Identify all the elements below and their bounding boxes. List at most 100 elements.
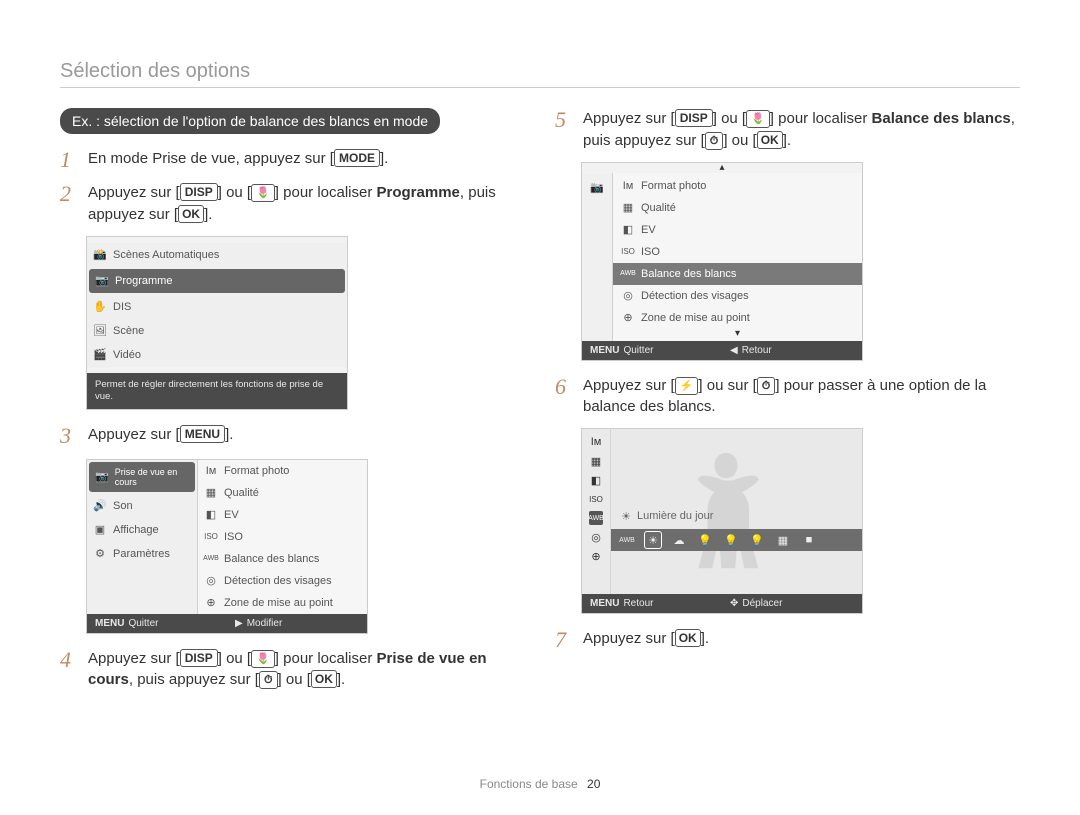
item-label: EV [224,509,239,521]
step-text-tail1: , puis appuyez sur [ [129,671,259,688]
item-label: Scène [113,325,144,337]
camera-screen-wb-menu: ▴ 📷 IмFormat photo ▦Qualité ◧EV ISOISO A… [581,162,863,361]
macro-key: 🌷 [251,184,275,202]
footer-left-label: Retour [623,598,653,609]
wb-label-text: Lumière du jour [637,510,713,522]
size-icon: Iм [589,435,603,449]
item-label: Détection des visages [224,575,332,587]
quality-icon: ▦ [621,201,635,215]
page-footer: Fonctions de base 20 [0,777,1080,791]
wb-label: ☀ Lumière du jour [619,509,713,523]
step-text: En mode Prise de vue, appuyez sur [ [88,150,334,167]
menu-footer-key: MENU [95,618,124,629]
step-text: Appuyez sur [ [583,630,675,647]
step-text: Appuyez sur [ [88,184,180,201]
step-text-mid: ] ou [ [218,184,251,201]
step-bold: Programme [377,184,460,201]
list-item: AWBBalance des blancs [198,548,367,570]
menu-footer-key: MENU [590,345,619,356]
item-label: Zone de mise au point [224,597,333,609]
step-number: 3 [60,424,80,448]
item-label: Qualité [641,202,676,214]
list-item: 🎬Vidéo [87,343,347,367]
face-icon: ◎ [589,530,603,544]
list-item: ISOISO [198,526,367,548]
item-label: Détection des visages [641,290,749,302]
item-label: ISO [224,531,243,543]
disp-key: DISP [180,183,218,201]
step-6: 6 Appuyez sur [⚡] ou sur [⏱] pour passer… [555,375,1020,419]
screen-footer: MENU Quitter ▶ Modifier [87,614,367,633]
item-label: Balance des blancs [641,268,736,280]
list-item: ISOISO [613,241,862,263]
macro-key: 🌷 [251,650,275,668]
screen-footer: MENU Quitter ◀ Retour [582,341,862,360]
size-icon: Iм [621,179,635,193]
step-text-tailmid: ] ou [ [723,132,756,149]
step-text-after: ] pour localiser [770,110,872,127]
footer-right-label: Déplacer [742,598,782,609]
list-item: IмFormat photo [613,175,862,197]
item-label: Son [113,500,133,512]
focus-icon: ⊕ [621,311,635,325]
face-icon: ◎ [621,289,635,303]
ev-icon: ◧ [204,508,218,522]
wb-option-bar: AWB ☀ ☁ 💡 💡 💡 ▦ ■ [611,529,862,551]
screen-description: Permet de régler directement les fonctio… [87,373,347,410]
focus-icon: ⊕ [589,549,603,563]
item-label: EV [641,224,656,236]
list-item: 📸Scènes Automatiques [87,243,347,267]
smart-icon: 📸 [93,248,107,262]
face-icon: ◎ [204,574,218,588]
awb-icon: AWB [589,511,603,525]
footer-left-label: Quitter [128,618,158,629]
step-5: 5 Appuyez sur [DISP] ou [🌷] pour localis… [555,108,1020,152]
step-number: 2 [60,182,80,206]
step-text-mid: ] ou sur [ [698,377,756,394]
wb-option: 💡 [697,532,713,548]
item-label: Qualité [224,487,259,499]
list-item: ⚙Paramètres [87,542,197,566]
step-text: Appuyez sur [ [583,377,675,394]
camera-icon: 📷 [95,470,109,484]
flash-key: ⚡ [675,377,699,395]
list-item: ◎ Détection des visages [198,570,367,592]
disp-key: DISP [675,109,713,127]
awb-icon: AWB [621,267,635,281]
item-label: ISO [641,246,660,258]
item-label: Programme [115,275,172,287]
list-item: ◧ EV [198,504,367,526]
wb-option: AWB [619,532,635,548]
timer-key: ⏱ [259,671,278,689]
footer-label: Fonctions de base [480,777,578,791]
right-column: 5 Appuyez sur [DISP] ou [🌷] pour localis… [555,108,1020,701]
step-text: Appuyez sur [ [88,650,180,667]
step-number: 7 [555,628,575,652]
ok-key: OK [178,205,204,223]
display-icon: ▣ [93,523,107,537]
step-text-tail2: ]. [204,206,212,223]
step-text: Appuyez sur [ [583,110,675,127]
list-item-selected: AWB Balance des blancs [613,263,862,285]
scene-icon: 🖼 [93,324,107,338]
item-label: Paramètres [113,548,170,560]
move-icon: ✥ [730,598,738,609]
macro-key: 🌷 [746,110,770,128]
step-bold: Balance des blancs [872,110,1011,127]
footer-left-label: Quitter [623,345,653,356]
step-text-after: ] pour localiser [275,184,377,201]
step-number: 6 [555,375,575,399]
step-text-after: ] pour localiser [275,650,377,667]
step-number: 4 [60,648,80,672]
step-2: 2 Appuyez sur [DISP] ou [🌷] pour localis… [60,182,525,226]
list-item: ◧EV [613,219,862,241]
awb-icon: AWB [204,552,218,566]
wb-option: ☁ [671,532,687,548]
section-title: Sélection des options [60,60,1020,88]
ok-key: OK [757,131,783,149]
wb-option: ▦ [775,532,791,548]
timer-key: ⏱ [705,132,724,150]
step-text-end: ]. [701,630,709,647]
step-number: 1 [60,148,80,172]
dis-icon: ✋ [93,300,107,314]
